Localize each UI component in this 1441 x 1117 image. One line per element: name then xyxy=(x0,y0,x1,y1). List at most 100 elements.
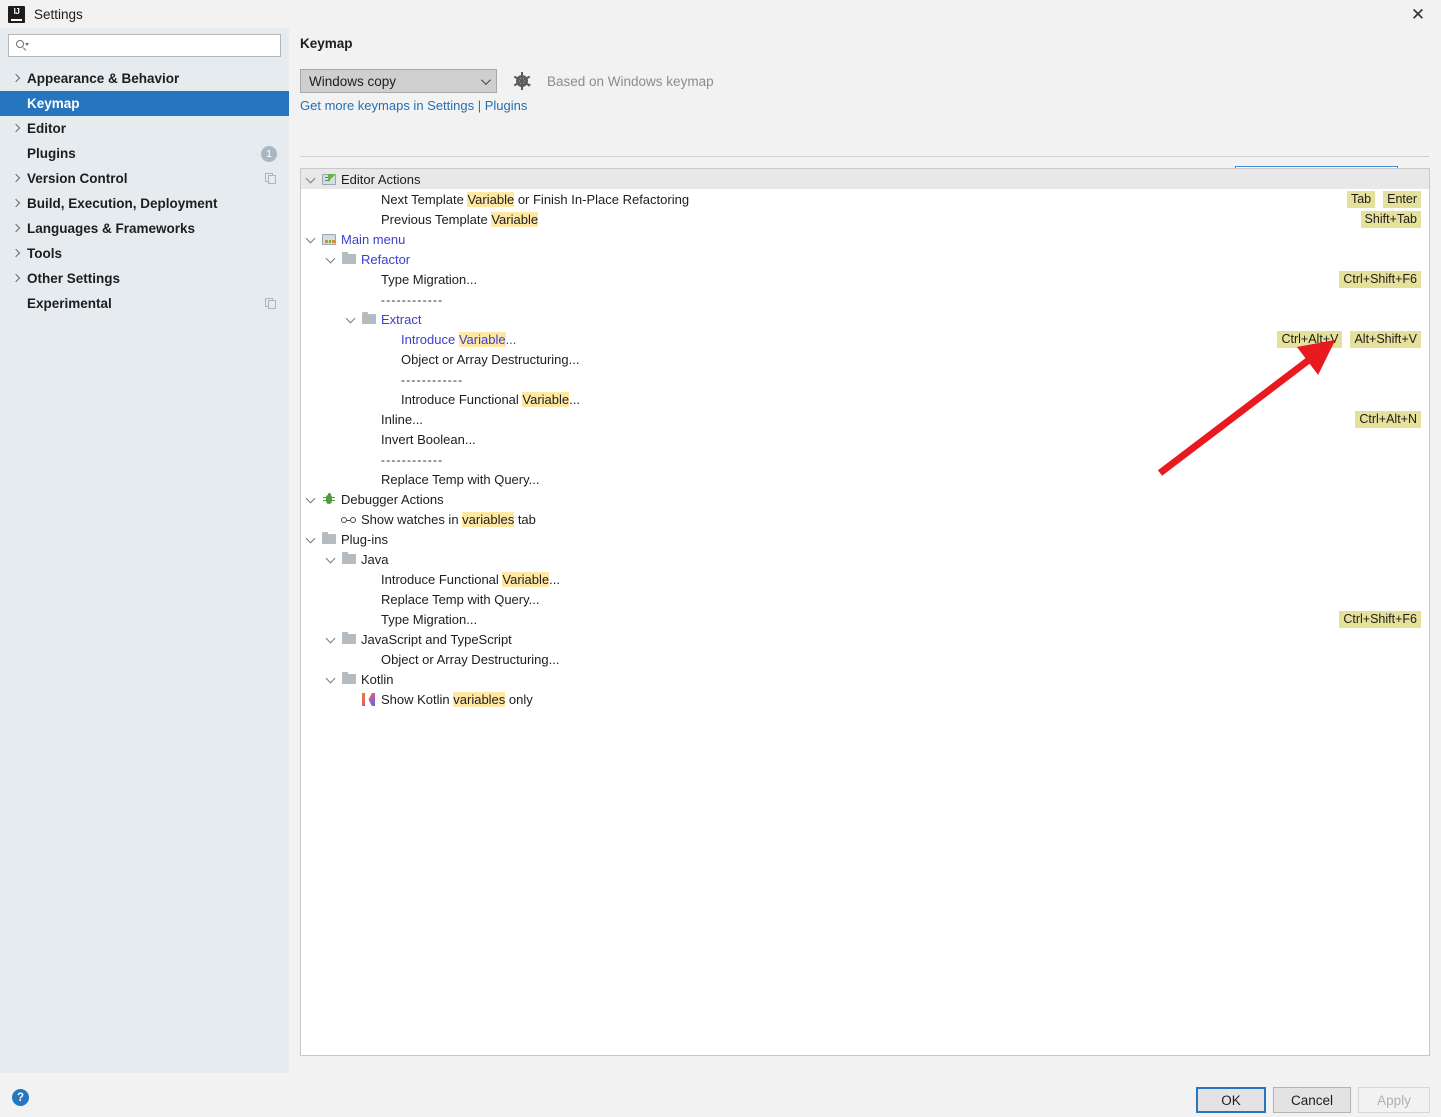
tree-item-label: Show Kotlin variables only xyxy=(381,691,533,707)
tree-item-label: Java xyxy=(361,551,389,567)
tree-row[interactable]: Extract xyxy=(301,309,1429,329)
shortcut-badge[interactable]: Alt+Shift+V xyxy=(1350,330,1421,348)
settings-dialog: Settings ✕ Appearance & Behavior Keymap Ed… xyxy=(0,0,1441,1117)
tree-item-text-wrap: Next Template Variable or Finish In-Plac… xyxy=(381,191,690,207)
tree-row[interactable]: Invert Boolean... xyxy=(301,429,1429,449)
sidebar-search-input[interactable] xyxy=(30,37,274,54)
sidebar-item-other-settings[interactable]: Other Settings xyxy=(0,266,289,291)
glasses-icon xyxy=(341,511,358,527)
tree-row[interactable]: Kotlin xyxy=(301,669,1429,689)
tree-row[interactable]: Object or Array Destructuring... xyxy=(301,349,1429,369)
shortcut-badge[interactable]: Ctrl+Alt+V xyxy=(1277,330,1343,348)
tree-item-label: Next Template Variable or Finish In-Plac… xyxy=(381,191,690,207)
settings-sidebar: Appearance & Behavior Keymap Editor Plugins… xyxy=(0,28,289,1073)
sidebar-item-keymap[interactable]: Keymap xyxy=(0,91,289,116)
sidebar-nav: Appearance & Behavior Keymap Editor Plugins… xyxy=(0,66,289,316)
tree-item-label: Replace Temp with Query... xyxy=(381,471,540,487)
chevron-down-icon[interactable] xyxy=(321,249,341,269)
keymap-tree-rows: Editor Actions Next Template Variable or … xyxy=(301,169,1429,709)
window-title: Settings xyxy=(34,6,83,22)
shortcut-badge[interactable]: Ctrl+Shift+F6 xyxy=(1339,270,1421,288)
shortcut-badge[interactable]: Ctrl+Alt+N xyxy=(1355,410,1421,428)
tree-item-label: Show watches in variables tab xyxy=(361,511,536,527)
chevron-down-icon[interactable] xyxy=(301,489,321,509)
shortcut-badge[interactable]: Shift+Tab xyxy=(1360,210,1421,228)
tree-item-label: Introduce Functional Variable... xyxy=(401,391,580,407)
chevron-down-icon[interactable] xyxy=(301,169,321,189)
tree-row[interactable]: Editor Actions xyxy=(301,169,1429,189)
cancel-button[interactable]: Cancel xyxy=(1273,1087,1351,1113)
tree-row[interactable]: Main menu xyxy=(301,229,1429,249)
tree-item-text-wrap: Plug-ins xyxy=(341,532,388,547)
shortcut-group: Ctrl+Shift+F6 xyxy=(1339,609,1421,629)
tree-row[interactable]: Show Kotlin variables only xyxy=(301,689,1429,709)
sidebar-item-tools[interactable]: Tools xyxy=(0,241,289,266)
tree-row[interactable]: Show watches in variables tab xyxy=(301,509,1429,529)
tree-twisty-spacer xyxy=(361,209,381,229)
sidebar-item-languages-frameworks[interactable]: Languages & Frameworks xyxy=(0,216,289,241)
tree-row[interactable]: Next Template Variable or Finish In-Plac… xyxy=(301,189,1429,209)
tree-item-text-wrap: ------------ xyxy=(381,292,443,307)
shortcut-badge[interactable]: Ctrl+Shift+F6 xyxy=(1339,610,1421,628)
shortcut-badge[interactable]: Tab xyxy=(1346,190,1376,208)
tree-row[interactable]: Replace Temp with Query... xyxy=(301,469,1429,489)
folder-icon xyxy=(341,251,358,267)
sidebar-search-box[interactable] xyxy=(8,34,281,57)
copy-settings-icon[interactable] xyxy=(265,172,277,185)
tree-row[interactable]: Refactor xyxy=(301,249,1429,269)
tree-item-text-wrap: Previous Template Variable xyxy=(381,211,539,227)
gear-icon[interactable] xyxy=(513,72,531,90)
chevron-down-icon[interactable] xyxy=(301,529,321,549)
tree-row[interactable]: Object or Array Destructuring... xyxy=(301,649,1429,669)
search-match-highlight: Variable xyxy=(491,211,539,227)
keymap-tree[interactable]: Editor Actions Next Template Variable or … xyxy=(300,168,1430,1056)
tree-row[interactable]: Java xyxy=(301,549,1429,569)
tree-row[interactable]: ------------ xyxy=(301,289,1429,309)
tree-row[interactable]: Plug-ins xyxy=(301,529,1429,549)
chevron-down-icon[interactable] xyxy=(301,229,321,249)
tree-row[interactable]: Introduce Functional Variable... xyxy=(301,389,1429,409)
tree-row[interactable]: JavaScript and TypeScript xyxy=(301,629,1429,649)
tree-item-text-wrap: ------------ xyxy=(401,372,463,387)
sidebar-item-build-execution-deployment[interactable]: Build, Execution, Deployment xyxy=(0,191,289,216)
shortcut-badge[interactable]: Enter xyxy=(1383,190,1421,208)
tree-row[interactable]: Previous Template Variable Shift+Tab xyxy=(301,209,1429,229)
chevron-down-icon[interactable] xyxy=(341,309,361,329)
tree-row[interactable]: Inline... Ctrl+Alt+N xyxy=(301,409,1429,429)
page-title: Keymap xyxy=(300,36,353,51)
get-more-keymaps-link[interactable]: Get more keymaps in Settings | Plugins xyxy=(300,98,527,113)
close-icon[interactable]: ✕ xyxy=(1395,0,1441,28)
tree-row[interactable]: Type Migration... Ctrl+Shift+F6 xyxy=(301,609,1429,629)
tree-item-text-wrap: Replace Temp with Query... xyxy=(381,472,539,487)
ok-button[interactable]: OK xyxy=(1196,1087,1266,1113)
sidebar-item-plugins[interactable]: Plugins 1 xyxy=(0,141,289,166)
search-match-highlight: Variable xyxy=(522,391,570,407)
tree-item-label: Object or Array Destructuring... xyxy=(401,351,580,367)
sidebar-item-appearance-behavior[interactable]: Appearance & Behavior xyxy=(0,66,289,91)
keymap-selector-row: Windows copy Based on Windows keymap xyxy=(300,69,714,93)
tree-item-text-wrap: Object or Array Destructuring... xyxy=(401,352,579,367)
search-match-highlight: Variable xyxy=(467,191,515,207)
sidebar-item-version-control[interactable]: Version Control xyxy=(0,166,289,191)
tree-row[interactable]: Type Migration... Ctrl+Shift+F6 xyxy=(301,269,1429,289)
tree-twisty-spacer xyxy=(361,289,381,309)
chevron-down-icon[interactable] xyxy=(321,669,341,689)
sidebar-item-experimental[interactable]: Experimental xyxy=(0,291,289,316)
tree-twisty-spacer xyxy=(381,349,401,369)
tree-row[interactable]: Introduce Variable... Ctrl+Alt+V Alt+Shift… xyxy=(301,329,1429,349)
sidebar-item-label: Keymap xyxy=(27,96,80,111)
sidebar-item-editor[interactable]: Editor xyxy=(0,116,289,141)
tree-row[interactable]: ------------ xyxy=(301,449,1429,469)
help-icon[interactable]: ? xyxy=(12,1089,29,1106)
copy-settings-icon[interactable] xyxy=(265,297,277,310)
chevron-down-icon xyxy=(480,75,491,86)
chevron-down-icon[interactable] xyxy=(321,629,341,649)
tree-row[interactable]: Replace Temp with Query... xyxy=(301,589,1429,609)
editor-actions-icon xyxy=(321,171,338,187)
tree-separator: ------------ xyxy=(401,372,464,387)
tree-row[interactable]: Debugger Actions xyxy=(301,489,1429,509)
tree-row[interactable]: Introduce Functional Variable... xyxy=(301,569,1429,589)
keymap-select[interactable]: Windows copy xyxy=(300,69,497,93)
tree-row[interactable]: ------------ xyxy=(301,369,1429,389)
chevron-down-icon[interactable] xyxy=(321,549,341,569)
